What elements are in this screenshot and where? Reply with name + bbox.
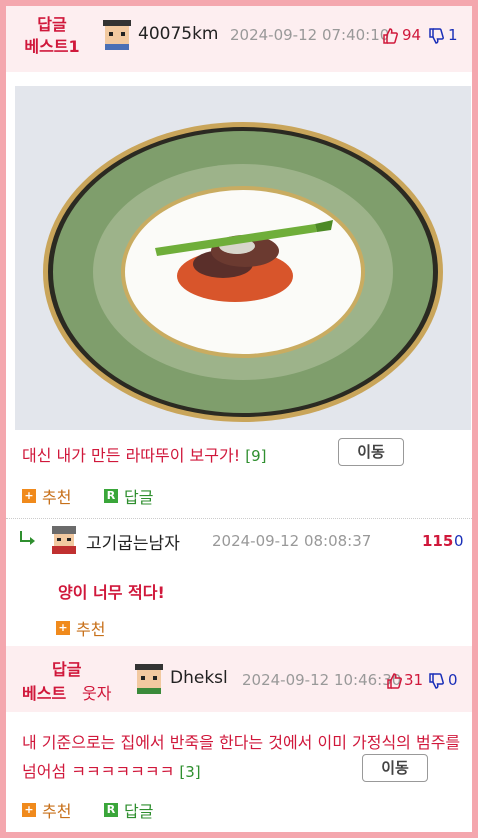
pixel-avatar-icon[interactable] <box>100 18 134 52</box>
second-best-category[interactable]: 웃자 <box>82 680 111 704</box>
pixel-avatar-icon[interactable] <box>48 524 80 556</box>
second-downvote-count: 0 <box>448 671 458 689</box>
thumbs-up-icon[interactable] <box>386 673 402 689</box>
second-best-badge-line2: 베스트 <box>22 684 67 703</box>
upvote-count: 94 <box>402 26 422 44</box>
reply-label: 답글 <box>124 488 154 507</box>
second-best-header: 답글 베스트 웃자 Dheksl 2024-09-12 10:46:30 31 … <box>6 646 472 712</box>
author-name[interactable]: 40075km <box>138 24 218 44</box>
downvote-count: 1 <box>448 26 458 44</box>
second-author-name[interactable]: Dheksl <box>170 668 228 688</box>
reply-author-name[interactable]: 고기굽는남자 <box>86 529 180 554</box>
post-card: 답글 베스트1 40075km 2024-09-12 07:40:10 94 1 <box>6 6 472 832</box>
comment-count: [9] <box>245 447 267 465</box>
post-timestamp: 2024-09-12 07:40:10 <box>230 26 390 44</box>
second-timestamp: 2024-09-12 10:46:30 <box>242 671 402 689</box>
reply-upvote-count: 115 <box>422 532 454 550</box>
reply-button[interactable]: R 답글 <box>104 484 153 508</box>
second-upvote-count: 31 <box>404 671 424 689</box>
second-reply-label: 답글 <box>124 802 154 821</box>
second-recommend-label: 추천 <box>42 802 72 821</box>
post-title-text[interactable]: 대신 내가 만든 라따뚜이 보구가! <box>22 446 240 465</box>
post-title[interactable]: 대신 내가 만든 라따뚜이 보구가! [9] <box>22 442 266 466</box>
best-badge-line1: 답글 <box>37 15 67 34</box>
plus-box-icon: + <box>56 621 70 635</box>
pixel-avatar-icon[interactable] <box>132 662 166 696</box>
post-image[interactable] <box>15 86 471 430</box>
reply-downvote-count: 0 <box>454 532 464 550</box>
recommend-label: 추천 <box>42 488 72 507</box>
best-reply-header: 답글 베스트1 40075km 2024-09-12 07:40:10 94 1 <box>6 6 472 72</box>
thumbs-up-icon[interactable] <box>382 28 398 44</box>
second-move-button[interactable]: 이동 <box>362 754 428 782</box>
best-badge: 답글 베스트1 <box>16 14 88 58</box>
plus-box-icon: + <box>22 489 36 503</box>
reply-recommend-label: 추천 <box>76 620 106 639</box>
second-reply-button[interactable]: R 답글 <box>104 798 153 822</box>
move-button[interactable]: 이동 <box>338 438 404 466</box>
second-recommend-button[interactable]: + 추천 <box>22 798 71 822</box>
reply-recommend-button[interactable]: + 추천 <box>56 616 105 640</box>
plus-box-icon: + <box>22 803 36 817</box>
reply-timestamp: 2024-09-12 08:08:37 <box>212 532 372 550</box>
best-badge-line2: 베스트1 <box>24 37 80 56</box>
second-comment-count: [3] <box>179 763 201 781</box>
reply-box-icon: R <box>104 489 118 503</box>
recommend-button[interactable]: + 추천 <box>22 484 71 508</box>
second-best-badge-line1: 답글 <box>52 660 82 679</box>
reply-arrow-icon <box>20 531 35 545</box>
reply-body: 양이 너무 적다! <box>58 583 165 602</box>
thumbs-down-icon[interactable] <box>428 673 444 689</box>
thumbs-down-icon[interactable] <box>428 28 444 44</box>
reply-box-icon: R <box>104 803 118 817</box>
divider <box>6 518 472 519</box>
